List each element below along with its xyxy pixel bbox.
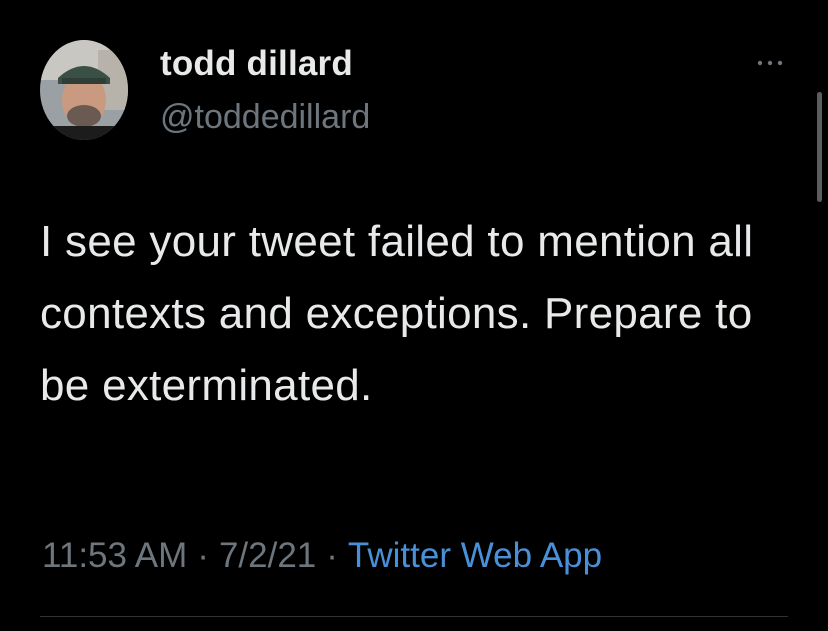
author-handle[interactable]: @toddedillard [160, 98, 370, 137]
author-display-name[interactable]: todd dillard [160, 44, 353, 84]
divider [40, 616, 788, 617]
tweet-metadata: 11:53 AM · 7/2/21 · Twitter Web App [42, 536, 602, 576]
tweet-time[interactable]: 11:53 AM [42, 536, 187, 575]
tweet-date[interactable]: 7/2/21 [219, 536, 316, 575]
separator: · [326, 536, 338, 575]
tweet-source-link[interactable]: Twitter Web App [348, 536, 602, 575]
separator: · [197, 536, 209, 575]
more-horizontal-icon [757, 60, 783, 66]
tweet-text: I see your tweet failed to mention all c… [40, 217, 754, 410]
tweet: todd dillard @toddedillard I see your tw… [0, 0, 828, 631]
avatar[interactable] [40, 40, 128, 140]
avatar-image [40, 40, 128, 140]
scrollbar[interactable] [817, 92, 822, 202]
more-options-button[interactable] [752, 52, 788, 74]
